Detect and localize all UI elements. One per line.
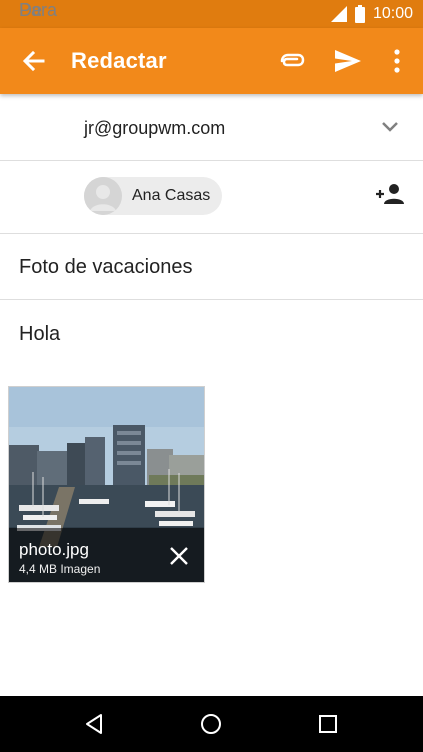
chevron-down-icon[interactable]	[381, 121, 399, 133]
attachment-meta: 4,4 MB Imagen	[19, 562, 101, 576]
add-contact-icon[interactable]	[375, 182, 405, 206]
battery-icon	[354, 5, 365, 23]
subject-field[interactable]: Foto de vacaciones	[19, 256, 192, 279]
system-navigation-bar	[0, 696, 423, 752]
paperclip-icon[interactable]	[276, 48, 306, 74]
recipient-name: Ana Casas	[132, 187, 211, 204]
app-bar: Redactar	[0, 28, 423, 94]
arrow-back-icon[interactable]	[18, 46, 48, 76]
from-account-select[interactable]: jr@groupwm.com	[84, 118, 225, 139]
send-icon[interactable]	[333, 47, 363, 75]
page-title: Redactar	[71, 48, 167, 73]
nav-recents-icon[interactable]	[316, 712, 340, 736]
attachment-filename: photo.jpg	[19, 540, 89, 559]
avatar	[84, 177, 122, 215]
status-bar: 10:00	[0, 0, 423, 28]
close-icon[interactable]	[169, 546, 189, 566]
nav-back-icon[interactable]	[83, 712, 107, 736]
to-label: Para	[19, 0, 58, 20]
recipient-chip[interactable]: Ana Casas	[84, 177, 222, 215]
attachment-card[interactable]: photo.jpg 4,4 MB Imagen	[8, 386, 205, 583]
body-field[interactable]: Hola	[19, 323, 60, 346]
more-vert-icon[interactable]	[388, 47, 406, 75]
status-time: 10:00	[372, 5, 413, 22]
contact-avatar-icon	[84, 177, 122, 215]
signal-icon	[330, 6, 347, 22]
nav-home-icon[interactable]	[199, 712, 223, 736]
